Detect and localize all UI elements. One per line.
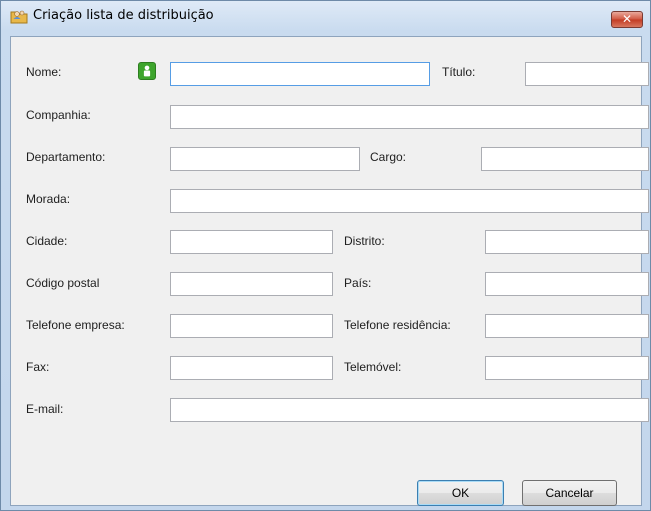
departamento-label: Departamento: bbox=[26, 150, 106, 164]
dialog-window: Criação lista de distribuição ✕ Nome: Tí… bbox=[0, 0, 651, 511]
codigo-postal-label: Código postal bbox=[26, 276, 100, 290]
title-bar[interactable]: Criação lista de distribuição ✕ bbox=[1, 1, 650, 31]
telefone-residencia-label: Telefone residência: bbox=[344, 318, 451, 332]
distrito-input[interactable] bbox=[485, 230, 649, 254]
pais-label: País: bbox=[344, 276, 372, 290]
cidade-label: Cidade: bbox=[26, 234, 68, 248]
telemovel-input[interactable] bbox=[485, 356, 649, 380]
close-button[interactable]: ✕ bbox=[611, 11, 643, 28]
pais-input[interactable] bbox=[485, 272, 649, 296]
cargo-input[interactable] bbox=[481, 147, 649, 171]
distrito-label: Distrito: bbox=[344, 234, 385, 248]
departamento-input[interactable] bbox=[170, 147, 360, 171]
telemovel-label: Telemóvel: bbox=[344, 360, 402, 374]
nome-input[interactable] bbox=[170, 62, 430, 86]
form-area: Nome: Título: Companhia: Departamento: C… bbox=[10, 36, 649, 506]
contacts-folder-icon bbox=[10, 10, 28, 24]
fax-input[interactable] bbox=[170, 356, 333, 380]
email-input[interactable] bbox=[170, 398, 649, 422]
email-label: E-mail: bbox=[26, 402, 64, 416]
morada-label: Morada: bbox=[26, 192, 71, 206]
nome-label: Nome: bbox=[26, 65, 62, 79]
telefone-empresa-input[interactable] bbox=[170, 314, 333, 338]
codigo-postal-input[interactable] bbox=[170, 272, 333, 296]
cargo-label: Cargo: bbox=[370, 150, 407, 164]
close-icon: ✕ bbox=[621, 12, 633, 26]
cidade-input[interactable] bbox=[170, 230, 333, 254]
person-contact-icon[interactable] bbox=[138, 62, 156, 80]
titulo-input[interactable] bbox=[525, 62, 649, 86]
window-title: Criação lista de distribuição bbox=[33, 8, 214, 23]
ok-button[interactable]: OK bbox=[417, 480, 504, 506]
fax-label: Fax: bbox=[26, 360, 50, 374]
titulo-label: Título: bbox=[442, 65, 476, 79]
morada-input[interactable] bbox=[170, 189, 649, 213]
cancel-button[interactable]: Cancelar bbox=[522, 480, 617, 506]
companhia-label: Companhia: bbox=[26, 108, 91, 122]
telefone-empresa-label: Telefone empresa: bbox=[26, 318, 125, 332]
companhia-input[interactable] bbox=[170, 105, 649, 129]
telefone-residencia-input[interactable] bbox=[485, 314, 649, 338]
